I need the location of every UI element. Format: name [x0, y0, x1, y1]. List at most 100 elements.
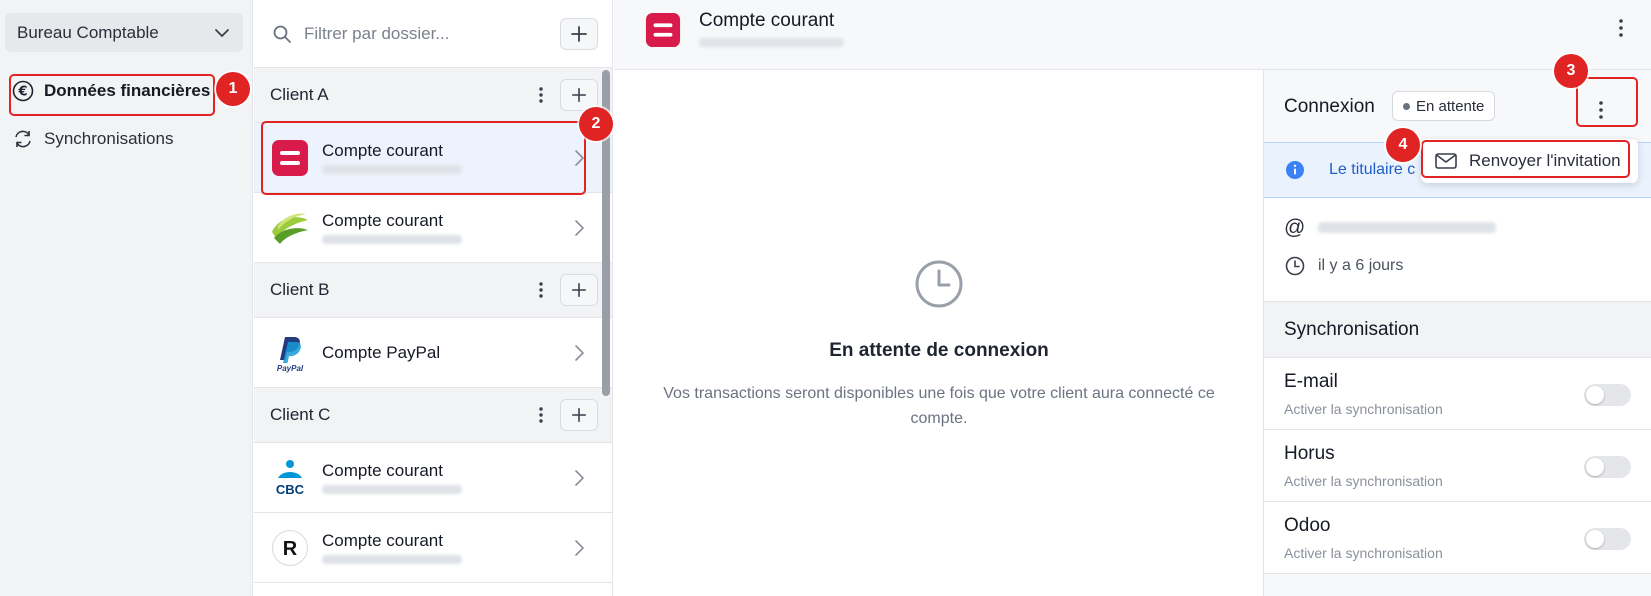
toggle-knob	[1586, 386, 1604, 404]
plus-icon	[571, 25, 587, 42]
chevron-right-icon	[575, 149, 584, 166]
sync-name: E-mail	[1284, 371, 1338, 392]
more-vertical-icon[interactable]	[1614, 16, 1628, 40]
sync-toggle[interactable]	[1584, 384, 1631, 406]
mail-icon	[1435, 153, 1457, 169]
account-name: Compte courant	[322, 531, 443, 550]
search-icon	[273, 25, 291, 43]
sync-description: Activer la synchronisation	[1284, 473, 1443, 489]
connection-menu-button[interactable]	[1583, 92, 1619, 128]
sync-row-horus: Horus Activer la synchronisation	[1264, 430, 1651, 502]
account-name: Compte courant	[322, 461, 443, 480]
account-number-redacted	[322, 165, 462, 174]
account-name: Compte courant	[322, 141, 443, 160]
group-name: Client C	[270, 405, 331, 424]
page-title: Compte courant	[699, 10, 835, 31]
chevron-right-icon	[575, 344, 584, 361]
more-vertical-icon[interactable]	[538, 86, 544, 104]
toggle-knob	[1586, 530, 1604, 548]
cbc-logo-text: CBC	[276, 482, 305, 497]
status-label: En attente	[1416, 97, 1485, 115]
cbc-logo: CBC	[270, 458, 310, 498]
green-bank-logo	[270, 208, 310, 248]
clock-icon	[1285, 256, 1305, 276]
sync-section-header: Synchronisation	[1264, 302, 1651, 358]
sync-row-email: E-mail Activer la synchronisation	[1264, 358, 1651, 430]
nav-item-donnees-financieres[interactable]: € Données financières	[12, 80, 210, 102]
account-number-redacted	[322, 235, 462, 244]
step-marker: 2	[579, 107, 613, 141]
account-row[interactable]: Compte courant	[254, 193, 612, 263]
account-name: Compte courant	[322, 211, 443, 230]
plus-icon	[571, 87, 587, 103]
red-bank-logo	[270, 138, 310, 178]
email-redacted	[1318, 222, 1496, 233]
organization-selector[interactable]: Bureau Comptable	[5, 13, 243, 52]
connection-title: Connexion	[1284, 96, 1375, 117]
account-row[interactable]: CBC Compte courant	[254, 443, 612, 513]
sync-name: Odoo	[1284, 515, 1331, 536]
clock-icon	[915, 260, 963, 308]
chevron-right-icon	[575, 539, 584, 556]
red-bank-logo	[645, 12, 681, 48]
group-header-client-b: Client B	[254, 263, 612, 318]
chevron-right-icon	[575, 219, 584, 236]
last-activity: il y a 6 jours	[1318, 257, 1404, 274]
euro-icon: €	[12, 80, 34, 102]
info-icon	[1286, 161, 1304, 179]
status-badge: En attente	[1392, 91, 1496, 121]
paypal-logo: PayPal	[270, 333, 310, 373]
account-row[interactable]: R Compte courant	[254, 513, 612, 583]
plus-icon	[571, 407, 587, 423]
more-vertical-icon	[1599, 101, 1603, 119]
account-header: Compte courant	[614, 0, 1651, 70]
account-number-redacted	[322, 485, 462, 494]
resend-invitation-menu-item[interactable]: Renvoyer l'invitation	[1421, 139, 1638, 183]
paypal-logo-text: PayPal	[277, 364, 304, 373]
chevron-down-icon	[215, 28, 229, 37]
sync-toggle[interactable]	[1584, 456, 1631, 478]
nav-item-synchronisations[interactable]: Synchronisations	[12, 128, 173, 150]
account-row[interactable]: Compte courant	[254, 123, 612, 193]
info-text: Le titulaire c	[1329, 161, 1416, 178]
step-marker: 3	[1554, 54, 1588, 88]
sync-icon	[12, 128, 34, 150]
empty-state-title: En attente de connexion	[829, 340, 1049, 361]
transactions-area: En attente de connexion Vos transactions…	[614, 70, 1264, 596]
account-row[interactable]: PayPal Compte PayPal	[254, 318, 612, 388]
step-marker: 4	[1386, 128, 1420, 162]
group-name: Client A	[270, 85, 329, 104]
organization-name: Bureau Comptable	[17, 22, 159, 42]
sync-description: Activer la synchronisation	[1284, 401, 1443, 417]
at-icon: @	[1284, 216, 1306, 239]
sync-description: Activer la synchronisation	[1284, 545, 1443, 561]
account-number-redacted	[322, 555, 462, 564]
add-account-button[interactable]	[560, 274, 598, 306]
add-account-button[interactable]	[560, 399, 598, 431]
account-number-redacted	[699, 38, 844, 47]
add-folder-button[interactable]	[560, 17, 598, 50]
nav-label: Synchronisations	[44, 129, 174, 148]
search-input[interactable]: Filtrer par dossier...	[304, 24, 450, 44]
nav-label: Données financières	[44, 81, 211, 100]
group-name: Client B	[270, 280, 330, 299]
connection-details: @ il y a 6 jours	[1264, 198, 1651, 302]
toggle-knob	[1586, 458, 1604, 476]
revolut-logo-text: R	[283, 538, 298, 560]
filter-bar: Filtrer par dossier...	[254, 0, 612, 68]
svg-text:€: €	[17, 85, 27, 100]
sync-toggle[interactable]	[1584, 528, 1631, 550]
revolut-logo: R	[270, 528, 310, 568]
empty-state-description: Vos transactions seront disponibles une …	[663, 385, 1215, 427]
more-vertical-icon[interactable]	[538, 281, 544, 299]
add-account-button[interactable]	[560, 79, 598, 111]
sync-section-title: Synchronisation	[1284, 319, 1420, 340]
account-name: Compte PayPal	[322, 342, 441, 362]
more-vertical-icon[interactable]	[538, 406, 544, 424]
step-marker: 1	[216, 72, 250, 106]
plus-icon	[571, 282, 587, 298]
resend-invitation-label: Renvoyer l'invitation	[1469, 151, 1621, 170]
group-header-client-c: Client C	[254, 388, 612, 443]
status-dot	[1403, 102, 1410, 110]
sync-name: Horus	[1284, 443, 1335, 464]
